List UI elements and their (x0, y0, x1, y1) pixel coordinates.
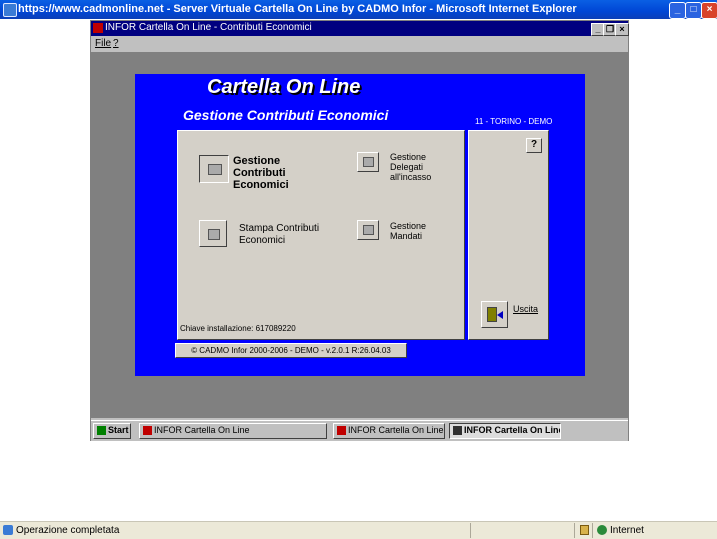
app-title: Cartella On Line (207, 76, 361, 98)
start-button[interactable]: Start (93, 423, 131, 439)
window-title-bar[interactable]: INFOR Cartella On Line - Contributi Econ… (91, 21, 629, 36)
install-key: Chiave installazione: 617089220 (180, 324, 296, 333)
ie-icon (3, 3, 17, 17)
copyright-footer: © CADMO Infor 2000-2006 - DEMO - v.2.0.1… (175, 343, 407, 358)
lock-icon (580, 525, 589, 535)
label-line: Stampa Contributi (239, 223, 320, 234)
ie-title-bar[interactable]: https://www.cadmonline.net - Server Virt… (0, 0, 717, 19)
gestione-delegati-button[interactable] (357, 152, 379, 172)
label-line: Gestione (390, 221, 427, 231)
app-window: INFOR Cartella On Line - Contributi Econ… (90, 20, 629, 441)
ie-title-text: https://www.cadmonline.net - Server Virt… (18, 3, 577, 15)
gestione-contributi-button[interactable] (199, 155, 229, 183)
menu-bar: File ? (91, 36, 628, 52)
print-icon (208, 229, 220, 240)
app-icon (337, 426, 346, 435)
maximize-icon[interactable]: □ (685, 2, 702, 19)
exit-button[interactable] (481, 301, 508, 328)
exit-door-icon (487, 307, 497, 322)
form-icon (208, 164, 222, 175)
globe-icon (597, 525, 607, 535)
help-button[interactable]: ? (526, 138, 542, 153)
taskbar-item-label: INFOR Cartella On Line (154, 425, 250, 435)
help-icon: ? (531, 139, 538, 150)
label-line: Gestione (390, 152, 427, 162)
label-line: Economici (239, 235, 286, 246)
app-panel: Cartella On Line Gestione Contributi Eco… (135, 74, 585, 376)
app-icon (453, 426, 462, 435)
label-line: Contributi (233, 167, 286, 179)
page-icon (3, 525, 13, 535)
ie-status-bar: Operazione completata Internet (0, 521, 717, 539)
gestione-delegati-label: Gestione Delegati all'incasso (390, 152, 431, 182)
menu-file[interactable]: File (95, 38, 111, 49)
divider (592, 523, 593, 538)
windows-logo-icon (97, 426, 106, 435)
form-icon (363, 157, 374, 167)
label-line: Delegati (390, 162, 424, 172)
stampa-contributi-label: Stampa Contributi Economici (239, 223, 319, 247)
taskbar-item[interactable]: INFOR Cartella On Line (139, 423, 327, 439)
divider (470, 523, 471, 538)
window-close-icon[interactable]: × (615, 23, 629, 36)
minimize-icon[interactable]: _ (669, 2, 686, 19)
site-label: 11 - TORINO - DEMO (475, 117, 553, 126)
taskbar: Start INFOR Cartella On Line INFOR Carte… (91, 420, 628, 441)
main-panel: Gestione Contributi Economici Gestione D… (177, 130, 465, 340)
form-icon (363, 225, 374, 235)
exit-label: Uscita (513, 304, 539, 314)
zone-text: Internet (610, 525, 644, 536)
divider (574, 523, 575, 538)
side-panel: ? Uscita (468, 130, 549, 340)
gestione-contributi-label: Gestione Contributi Economici (233, 155, 289, 191)
app-subtitle: Gestione Contributi Economici (183, 107, 389, 123)
exit-arrow-icon (497, 311, 503, 319)
menu-help[interactable]: ? (113, 38, 119, 49)
label-line: Mandati (390, 231, 423, 241)
label-line: Economici (233, 179, 289, 191)
app-icon (143, 426, 152, 435)
app-icon (93, 23, 103, 33)
gestione-mandati-label: Gestione Mandati (390, 221, 426, 241)
taskbar-item-active[interactable]: INFOR Cartella On Line... (449, 423, 561, 439)
stampa-contributi-button[interactable] (199, 220, 227, 247)
taskbar-item-label: INFOR Cartella On Line (348, 425, 444, 435)
start-label: Start (108, 425, 129, 435)
label-line: Gestione (233, 155, 281, 167)
close-icon[interactable]: × (701, 2, 717, 19)
status-text: Operazione completata (16, 525, 120, 536)
taskbar-item-label: INFOR Cartella On Line... (464, 425, 561, 435)
taskbar-item[interactable]: INFOR Cartella On Line (333, 423, 445, 439)
gestione-mandati-button[interactable] (357, 220, 379, 240)
window-title: INFOR Cartella On Line - Contributi Econ… (105, 22, 312, 33)
label-line: all'incasso (390, 172, 432, 182)
